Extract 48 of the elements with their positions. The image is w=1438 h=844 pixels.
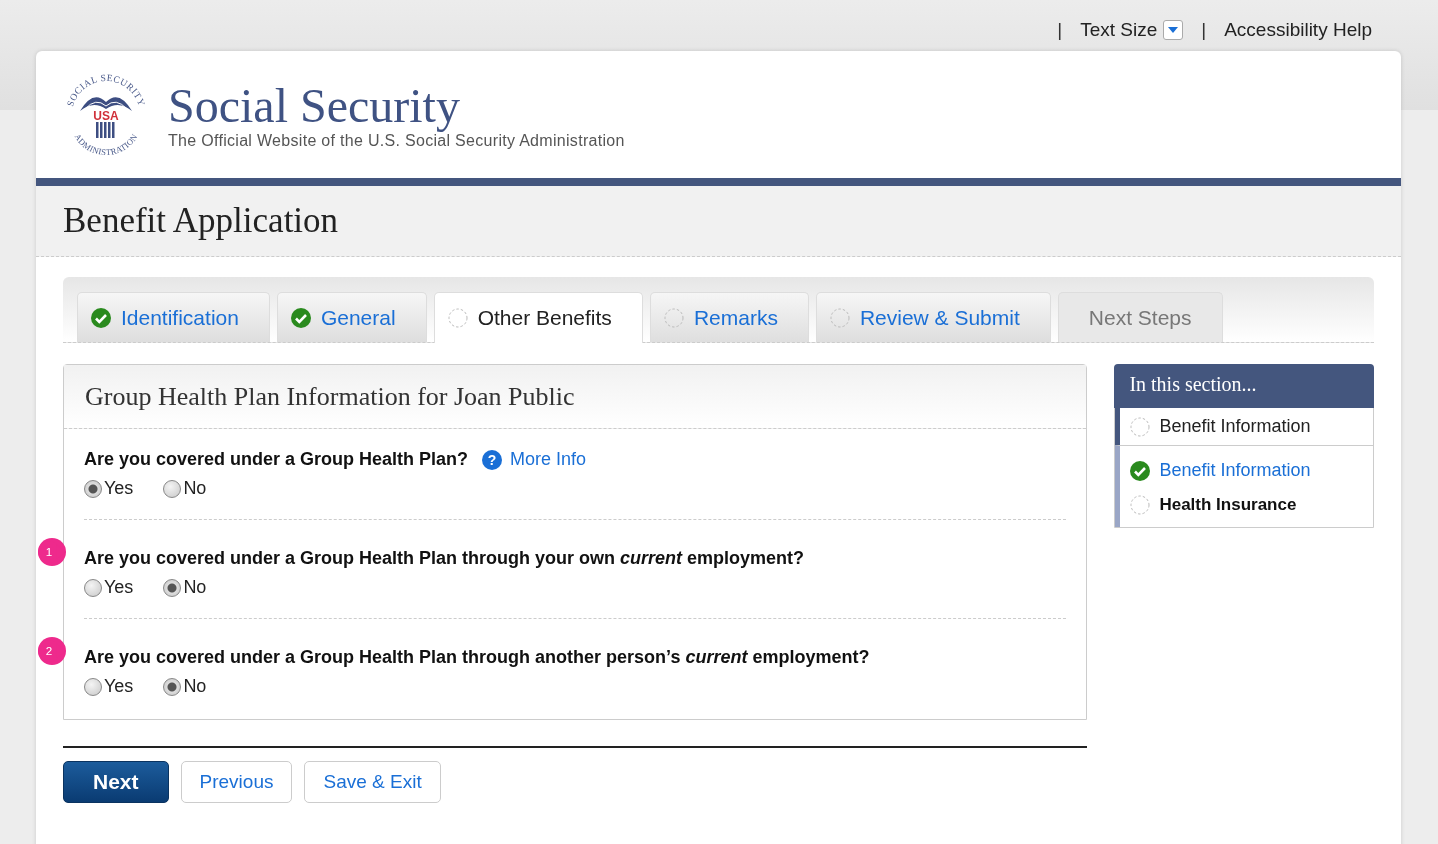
section-nav-item[interactable]: Health Insurance — [1130, 495, 1363, 515]
panel-title: Group Health Plan Information for Joan Public — [85, 381, 575, 412]
next-button[interactable]: Next — [63, 761, 169, 803]
question-text: Are you covered under a Group Health Plan through your own current employment? — [84, 548, 805, 569]
section-nav-item[interactable]: Benefit Information — [1130, 460, 1363, 481]
section-nav-item[interactable]: Benefit Information — [1130, 416, 1363, 437]
radio-label: Yes — [104, 478, 134, 499]
check-circle-icon — [290, 307, 311, 328]
more-info-link[interactable]: More Info — [510, 449, 587, 470]
radio-button[interactable] — [163, 578, 182, 597]
text-size-link[interactable]: Text Size — [1080, 18, 1158, 41]
site-subtitle: The Official Website of the U.S. Social Security Administration — [168, 131, 625, 150]
check-circle-icon — [1130, 460, 1151, 481]
radio-button[interactable] — [84, 578, 102, 597]
dashed-circle-icon — [447, 308, 468, 328]
step-marker: 2 — [38, 637, 66, 665]
question-text: Are you covered under a Group Health Plan? — [84, 449, 469, 470]
radio-button[interactable] — [84, 479, 102, 498]
section-nav-title: In this section... — [1114, 364, 1374, 408]
nav-button[interactable]: Save & Exit — [304, 761, 441, 803]
seal-center-text: USA — [93, 108, 119, 123]
radio-label: Yes — [104, 577, 134, 598]
check-circle-icon — [91, 307, 111, 328]
radio-label: No — [183, 478, 207, 499]
radio-button[interactable] — [163, 677, 182, 696]
dashed-circle-icon — [829, 307, 850, 328]
radio-button[interactable] — [163, 479, 182, 498]
tab[interactable]: Remarks — [649, 292, 809, 342]
site-title: Social Security — [168, 79, 461, 132]
tab[interactable]: General — [276, 292, 427, 342]
dashed-circle-icon — [663, 307, 684, 328]
step-marker: 1 — [38, 538, 66, 566]
help-icon[interactable]: ? — [482, 449, 503, 470]
tab[interactable]: Review & Submit — [815, 292, 1051, 342]
nav-button[interactable]: Previous — [180, 761, 293, 803]
radio-label: No — [183, 577, 207, 598]
radio-button[interactable] — [84, 677, 102, 696]
question-text: Are you covered under a Group Health Plan through another person’s current employment? — [84, 647, 870, 668]
accessibility-help-link[interactable]: Accessibility Help — [1224, 18, 1372, 41]
separator-text: | — [1057, 18, 1063, 41]
separator-text: | — [1201, 18, 1207, 41]
page-title: Benefit Application — [63, 201, 339, 241]
radio-label: No — [183, 676, 207, 697]
tab[interactable]: Other Benefits — [433, 292, 643, 343]
radio-label: Yes — [104, 676, 134, 697]
tab[interactable]: Identification — [77, 292, 270, 342]
dashed-circle-icon — [1130, 416, 1151, 437]
dashed-circle-icon — [1130, 495, 1151, 515]
